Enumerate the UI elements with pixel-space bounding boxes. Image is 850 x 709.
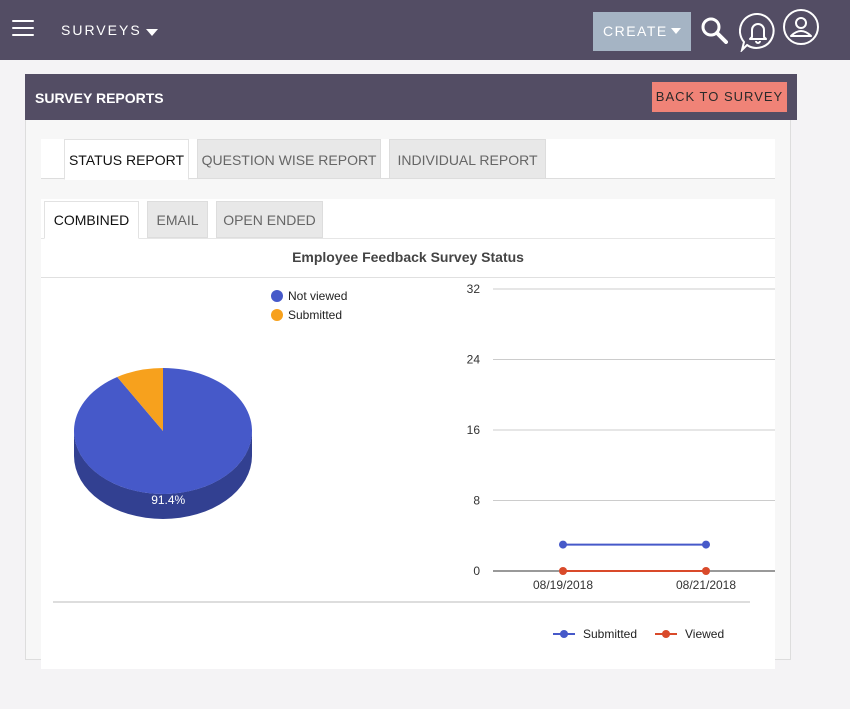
tab-individual-report[interactable]: INDIVIDUAL REPORT [389,139,546,179]
chevron-down-icon [671,28,681,34]
y-tick-label: 32 [467,282,481,296]
pie-legend-marker [271,309,283,321]
search-icon[interactable] [700,16,728,44]
tab-status-report[interactable]: STATUS REPORT [64,139,189,180]
x-tick-label: 08/19/2018 [533,578,593,592]
menu-icon[interactable] [12,20,34,38]
create-label: CREATE [603,23,668,39]
y-tick-label: 16 [467,423,481,437]
line-series [559,540,710,575]
line-legend: Submitted Viewed [553,627,724,641]
create-button[interactable]: CREATE [593,12,691,51]
line-legend-label: Submitted [583,627,637,641]
series-point [559,567,567,575]
report-tabs: STATUS REPORT QUESTION WISE REPORT INDIV… [41,139,775,180]
y-tick-label: 24 [467,353,481,367]
x-tick-label: 08/21/2018 [676,578,736,592]
back-to-survey-button[interactable]: BACK TO SURVEY [652,82,787,112]
tab-email[interactable]: EMAIL [147,201,208,238]
chart-title: Employee Feedback Survey Status [292,249,524,265]
series-point [702,567,710,575]
pie-body: 91.4% [74,368,252,519]
series-point [559,540,567,549]
line-chart: 0 8 16 24 32 08/19/2018 08/21/2018 Submitted Vi… [467,282,775,641]
y-tick-label: 0 [473,564,480,578]
module-label: SURVEYS [61,22,142,38]
page-title: SURVEY REPORTS [35,90,164,106]
user-icon[interactable] [782,8,820,46]
series-point [702,540,710,549]
tab-question-wise-report[interactable]: QUESTION WISE REPORT [197,139,381,179]
pie-legend-marker [271,290,283,302]
pie-chart: Not viewed Submitted 91.4% [74,289,347,519]
pie-legend-label: Submitted [288,308,342,322]
report-panel: STATUS REPORT QUESTION WISE REPORT INDIV… [25,120,791,669]
page-header: SURVEY REPORTS BACK TO SURVEY [25,74,797,120]
sub-tabs: COMBINED EMAIL OPEN ENDED [41,199,775,239]
tab-combined[interactable]: COMBINED [44,201,139,239]
top-navbar: SURVEYS CREATE [0,0,850,60]
bell-icon[interactable] [739,12,777,52]
tab-open-ended[interactable]: OPEN ENDED [216,201,323,238]
line-legend-label: Viewed [685,627,724,641]
report-content: COMBINED EMAIL OPEN ENDED Employee Feedb… [41,199,775,669]
pie-value-label: 91.4% [151,493,185,507]
pie-legend: Not viewed Submitted [271,289,347,322]
pie-legend-label: Not viewed [288,289,347,303]
chart-divider [41,277,775,278]
chevron-down-icon [145,29,158,36]
module-menu[interactable]: SURVEYS [61,22,158,38]
line-legend-marker [662,630,670,638]
y-tick-label: 8 [473,494,480,508]
line-legend-marker [560,630,568,638]
bottom-divider [53,601,750,603]
